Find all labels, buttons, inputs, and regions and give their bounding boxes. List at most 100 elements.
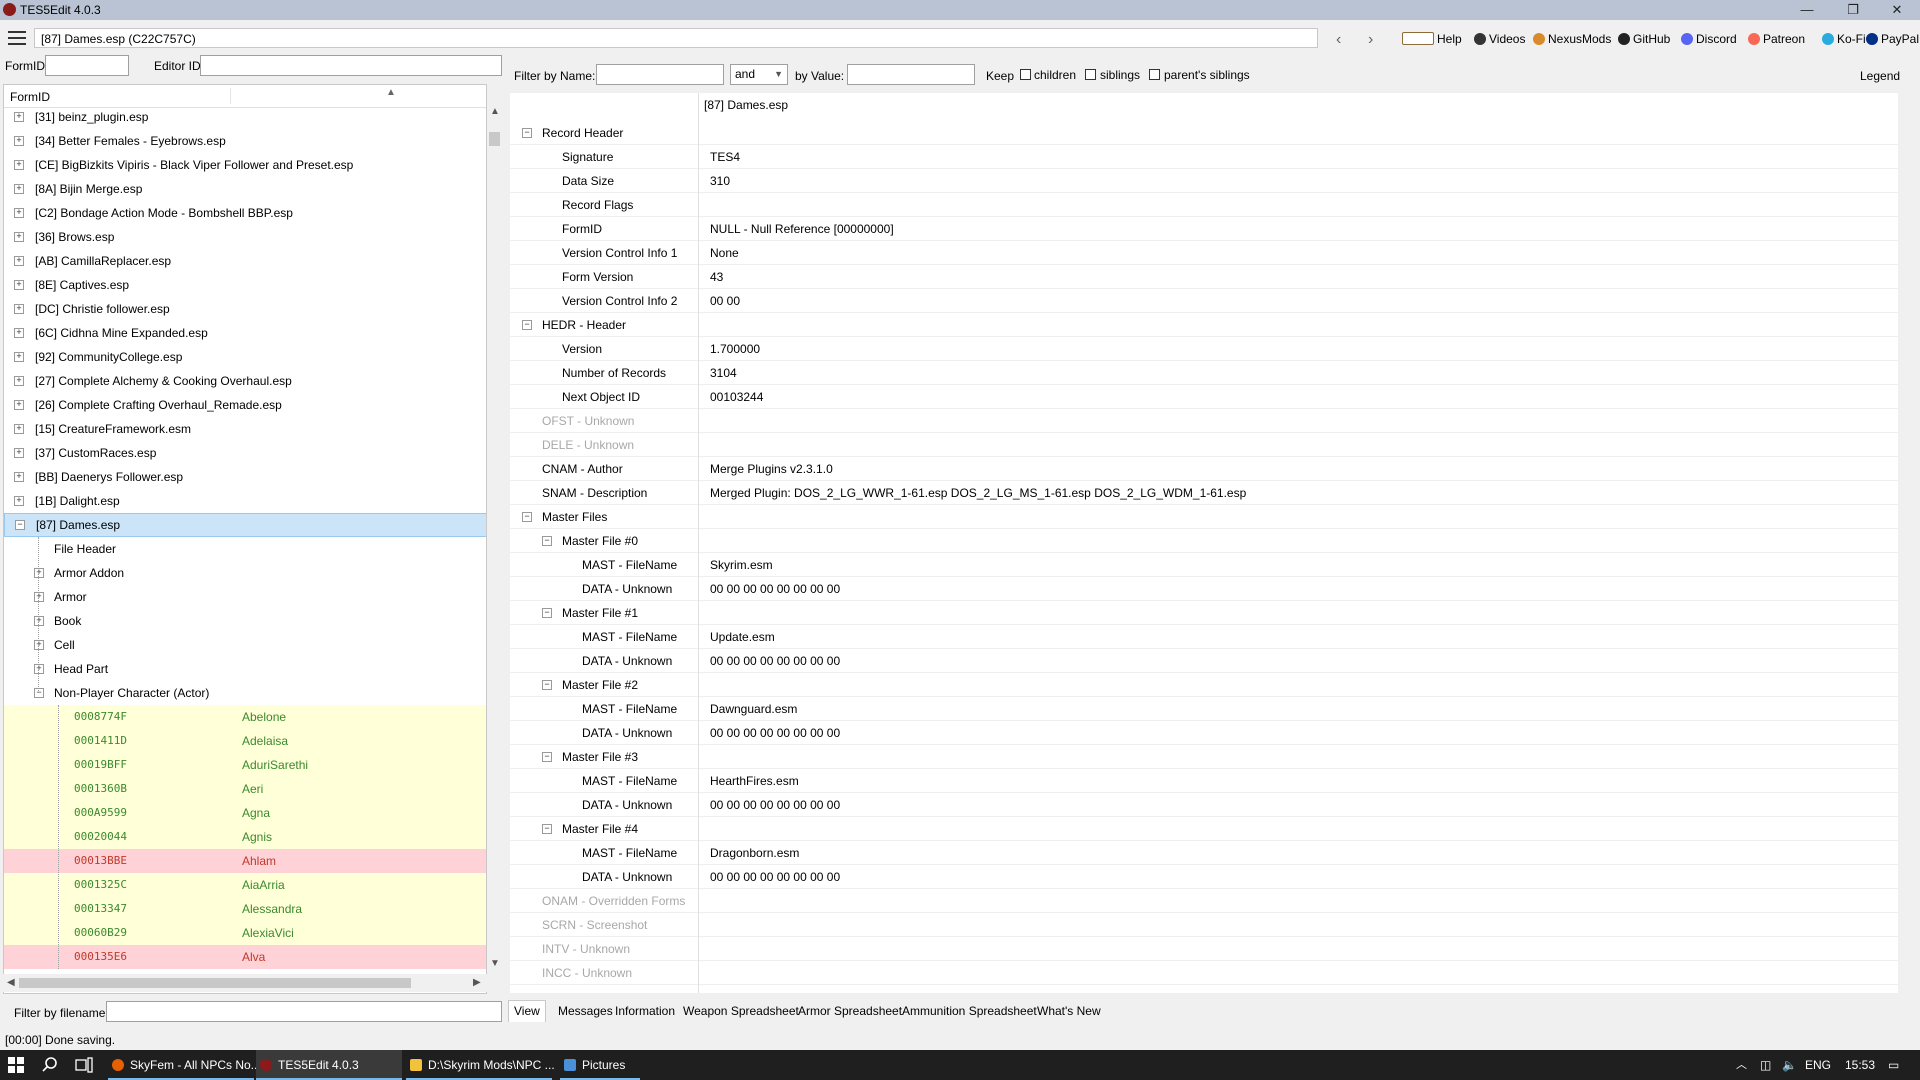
tab-ammunition-spreadsheet[interactable]: Ammunition Spreadsheet: [902, 1004, 1037, 1018]
formid-column-header[interactable]: FormID: [10, 90, 50, 104]
expand-icon[interactable]: +: [34, 592, 44, 602]
record-detail-view[interactable]: [87] Dames.esp − Record Header Signature TE…: [510, 93, 1898, 993]
expand-icon[interactable]: +: [14, 376, 24, 386]
detail-row[interactable]: FormID NULL - Null Reference [00000000]: [510, 217, 1898, 241]
taskbar-app[interactable]: SkyFem - All NPCs No...: [108, 1050, 261, 1080]
npc-record-row[interactable]: 0008774F Abelone: [4, 705, 486, 729]
tree-item-plugin[interactable]: + [26] Complete Crafting Overhaul_Remade.…: [4, 393, 486, 417]
taskbar-app[interactable]: TES5Edit 4.0.3: [256, 1050, 402, 1080]
tree-item-group[interactable]: + Armor: [4, 585, 486, 609]
detail-row[interactable]: − HEDR - Header: [510, 313, 1898, 337]
tab-what-s-new[interactable]: What's New: [1037, 1004, 1101, 1018]
npc-record-row[interactable]: 00020044 Agnis: [4, 825, 486, 849]
tree-item-plugin[interactable]: + [34] Better Females - Eyebrows.esp: [4, 129, 486, 153]
vertical-scroll-thumb[interactable]: [489, 132, 500, 146]
tree-item-plugin[interactable]: + [92] CommunityCollege.esp: [4, 345, 486, 369]
record-path-field[interactable]: [87] Dames.esp (C22C757C): [34, 28, 1318, 48]
expand-icon[interactable]: +: [14, 328, 24, 338]
detail-row[interactable]: Version Control Info 1 None: [510, 241, 1898, 265]
detail-row[interactable]: DATA - Unknown 00 00 00 00 00 00 00 00: [510, 577, 1898, 601]
volume-icon[interactable]: 🔈: [1782, 1050, 1797, 1080]
editorid-input[interactable]: [200, 55, 502, 76]
npc-record-row[interactable]: 0001360B Aeri: [4, 777, 486, 801]
expand-icon[interactable]: +: [14, 496, 24, 506]
npc-record-row[interactable]: 000135E6 Alva: [4, 945, 486, 969]
tree-item-plugin[interactable]: + [1B] Dalight.esp: [4, 489, 486, 513]
detail-row[interactable]: − Record Header: [510, 121, 1898, 145]
tab-information[interactable]: Information: [615, 1004, 675, 1018]
expand-icon[interactable]: +: [14, 424, 24, 434]
tree-item-plugin[interactable]: + [36] Brows.esp: [4, 225, 486, 249]
detail-row[interactable]: Form Version 43: [510, 265, 1898, 289]
expand-icon[interactable]: +: [14, 208, 24, 218]
detail-row[interactable]: MAST - FileName Dawnguard.esm: [510, 697, 1898, 721]
expand-icon[interactable]: +: [14, 160, 24, 170]
expand-icon[interactable]: +: [14, 472, 24, 482]
expand-icon[interactable]: +: [14, 184, 24, 194]
tree-item-plugin[interactable]: + [CE] BigBizkits Vipiris - Black Viper F…: [4, 153, 486, 177]
close-button[interactable]: ✕: [1874, 0, 1920, 20]
detail-row[interactable]: MAST - FileName Skyrim.esm: [510, 553, 1898, 577]
tree-horizontal-scrollbar[interactable]: ◀ ▶: [3, 974, 487, 992]
detail-row[interactable]: MAST - FileName Update.esm: [510, 625, 1898, 649]
language-indicator[interactable]: ENG: [1805, 1050, 1831, 1080]
expand-icon[interactable]: +: [34, 568, 44, 578]
keep-siblings-checkbox[interactable]: [1085, 69, 1096, 80]
collapse-icon[interactable]: −: [542, 536, 552, 546]
collapse-icon[interactable]: −: [522, 128, 532, 138]
filter-operator-select[interactable]: and ▼: [730, 64, 788, 85]
horizontal-scroll-thumb[interactable]: [19, 978, 411, 988]
collapse-icon[interactable]: −: [542, 824, 552, 834]
tree-item-plugin[interactable]: + [27] Complete Alchemy & Cooking Overhau…: [4, 369, 486, 393]
scroll-right-icon[interactable]: ▶: [473, 977, 481, 988]
task-view-icon[interactable]: [75, 1057, 93, 1073]
detail-row[interactable]: INCC - Unknown: [510, 961, 1898, 985]
taskbar-app[interactable]: Pictures: [560, 1050, 640, 1080]
link-ko-fi[interactable]: Ko-Fi: [1822, 32, 1866, 46]
legend-button[interactable]: Legend: [1860, 69, 1900, 83]
detail-row[interactable]: MAST - FileName Dragonborn.esm: [510, 841, 1898, 865]
network-icon[interactable]: ◫: [1760, 1050, 1771, 1080]
expand-icon[interactable]: +: [14, 400, 24, 410]
windows-start-icon[interactable]: [8, 1057, 24, 1073]
link-help[interactable]: Help: [1402, 32, 1462, 46]
filter-filename-input[interactable]: [106, 1001, 502, 1022]
tree-item-plugin[interactable]: + [DC] Christie follower.esp: [4, 297, 486, 321]
expand-icon[interactable]: +: [14, 352, 24, 362]
detail-row[interactable]: − Master File #4: [510, 817, 1898, 841]
link-discord[interactable]: Discord: [1681, 32, 1737, 46]
expand-icon[interactable]: +: [14, 304, 24, 314]
tree-item-plugin[interactable]: + [31] beinz_plugin.esp: [4, 105, 486, 129]
link-github[interactable]: GitHub: [1618, 32, 1670, 46]
tree-item-group[interactable]: + Head Part: [4, 657, 486, 681]
detail-row[interactable]: Data Size 310: [510, 169, 1898, 193]
expand-icon[interactable]: +: [14, 112, 24, 122]
detail-row[interactable]: − Master File #0: [510, 529, 1898, 553]
filter-value-input[interactable]: [847, 64, 975, 85]
detail-row[interactable]: DATA - Unknown 00 00 00 00 00 00 00 00: [510, 721, 1898, 745]
collapse-icon[interactable]: −: [522, 512, 532, 522]
forward-arrow-icon[interactable]: ›: [1368, 31, 1373, 49]
link-nexusmods[interactable]: NexusMods: [1533, 32, 1611, 46]
tree-item-selected-plugin[interactable]: − [87] Dames.esp: [4, 513, 486, 537]
collapse-icon[interactable]: −: [542, 752, 552, 762]
npc-record-row[interactable]: 0001411D Adelaisa: [4, 729, 486, 753]
scroll-left-icon[interactable]: ◀: [7, 977, 15, 988]
detail-row[interactable]: DELE - Unknown: [510, 433, 1898, 457]
notifications-icon[interactable]: ▭: [1888, 1050, 1899, 1080]
tab-view[interactable]: View: [514, 1004, 540, 1018]
collapse-icon[interactable]: −: [542, 608, 552, 618]
tab-messages[interactable]: Messages: [558, 1004, 613, 1018]
detail-row[interactable]: − Master File #1: [510, 601, 1898, 625]
detail-row[interactable]: − Master File #2: [510, 673, 1898, 697]
npc-record-row[interactable]: 00013347 Alessandra: [4, 897, 486, 921]
tree-item-plugin[interactable]: + [8E] Captives.esp: [4, 273, 486, 297]
tree-item-plugin[interactable]: + [6C] Cidhna Mine Expanded.esp: [4, 321, 486, 345]
tree-item-group[interactable]: File Header: [4, 537, 486, 561]
detail-row[interactable]: DATA - Unknown 00 00 00 00 00 00 00 00: [510, 793, 1898, 817]
detail-row[interactable]: SCRN - Screenshot: [510, 913, 1898, 937]
expand-icon[interactable]: +: [14, 280, 24, 290]
tree-item-group[interactable]: − Non-Player Character (Actor): [4, 681, 486, 705]
detail-row[interactable]: ONAM - Overridden Forms: [510, 889, 1898, 913]
detail-column-separator[interactable]: [698, 93, 699, 993]
